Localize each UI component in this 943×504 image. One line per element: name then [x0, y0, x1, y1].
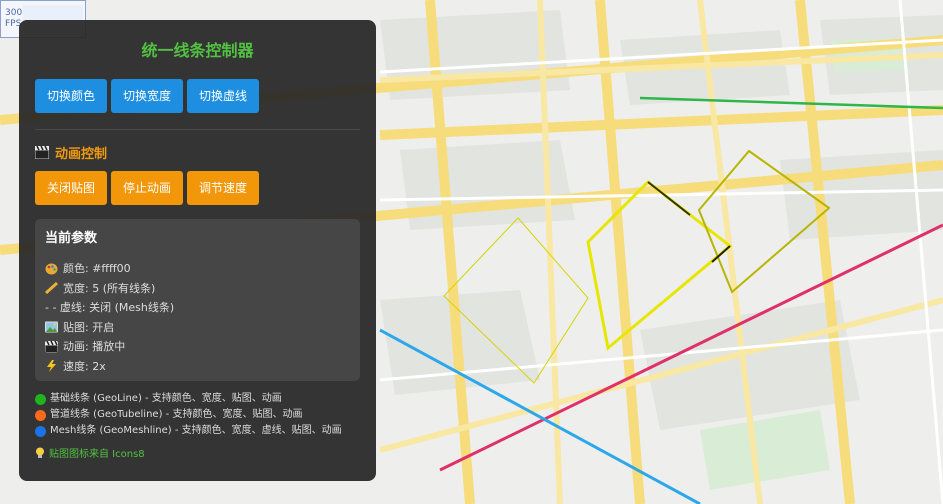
param-dash: - - 虚线: 关闭 (Mesh线条) [45, 298, 350, 318]
toggle-width-button[interactable]: 切换宽度 [111, 79, 184, 113]
blue-dot-icon [35, 425, 46, 437]
param-animation-text: 动画: 播放中 [63, 340, 126, 353]
divider [35, 129, 360, 130]
credit-text: 贴图图标来自 Icons8 [49, 449, 145, 460]
toggle-dash-button[interactable]: 切换虚线 [187, 79, 260, 113]
style-button-row: 切换颜色 切换宽度 切换虚线 [35, 79, 360, 113]
param-animation: 动画: 播放中 [45, 337, 350, 357]
param-texture: 贴图: 开启 [45, 318, 350, 338]
legend-text: Mesh线条 (GeoMeshline) - 支持颜色、宽度、虚线、贴图、动画 [50, 425, 342, 436]
legend-item-geoline: 基础线条 (GeoLine) - 支持颜色、宽度、贴图、动画 [35, 391, 360, 407]
param-color: 颜色: #ffff00 [45, 259, 350, 279]
lightbulb-icon [36, 447, 44, 458]
param-width-text: 宽度: 5 (所有线条) [63, 281, 156, 295]
param-texture-text: 贴图: 开启 [63, 320, 115, 334]
legend-item-geotubeline: 管道线条 (GeoTubeline) - 支持颜色、宽度、贴图、动画 [35, 407, 360, 423]
clapper-icon [45, 340, 58, 353]
green-dot-icon [35, 393, 46, 405]
params-title: 当前参数 [45, 231, 98, 246]
animation-button-row: 关闭贴图 停止动画 调节速度 [35, 171, 360, 205]
close-texture-button[interactable]: 关闭贴图 [35, 171, 108, 205]
control-panel: 统一线条控制器 切换颜色 切换宽度 切换虚线 动画控制 关闭贴图 停止动画 调节… [19, 20, 376, 481]
stop-animation-button[interactable]: 停止动画 [111, 171, 184, 205]
palette-icon [45, 263, 58, 275]
param-width: 宽度: 5 (所有线条) [45, 279, 350, 299]
clapper-icon [35, 145, 49, 159]
legend-text: 基础线条 (GeoLine) - 支持颜色、宽度、贴图、动画 [50, 393, 282, 404]
param-dash-text: - - 虚线: 关闭 (Mesh线条) [45, 301, 175, 314]
icon-credit: 贴图图标来自 Icons8 [35, 445, 360, 460]
line-type-legend: 基础线条 (GeoLine) - 支持颜色、宽度、贴图、动画 管道线条 (Geo… [35, 391, 360, 439]
param-speed-text: 速度: 2x [63, 359, 106, 373]
animation-section-header: 动画控制 [35, 144, 360, 162]
animation-section-title: 动画控制 [55, 146, 108, 162]
legend-text: 管道线条 (GeoTubeline) - 支持颜色、宽度、贴图、动画 [50, 409, 303, 420]
legend-item-geomeshline: Mesh线条 (GeoMeshline) - 支持颜色、宽度、虚线、贴图、动画 [35, 423, 360, 439]
current-params-card: 当前参数 颜色: #ffff00 宽度: 5 (所有线条) - - 虚线: 关闭… [35, 219, 360, 381]
param-speed: 速度: 2x [45, 357, 350, 377]
panel-title: 统一线条控制器 [141, 41, 254, 60]
orange-dot-icon [35, 409, 46, 421]
picture-icon [45, 321, 58, 333]
lightning-icon [47, 360, 56, 373]
param-color-text: 颜色: #ffff00 [63, 262, 131, 275]
adjust-speed-button[interactable]: 调节速度 [187, 171, 260, 205]
ruler-icon [45, 282, 58, 295]
toggle-color-button[interactable]: 切换颜色 [35, 79, 108, 113]
